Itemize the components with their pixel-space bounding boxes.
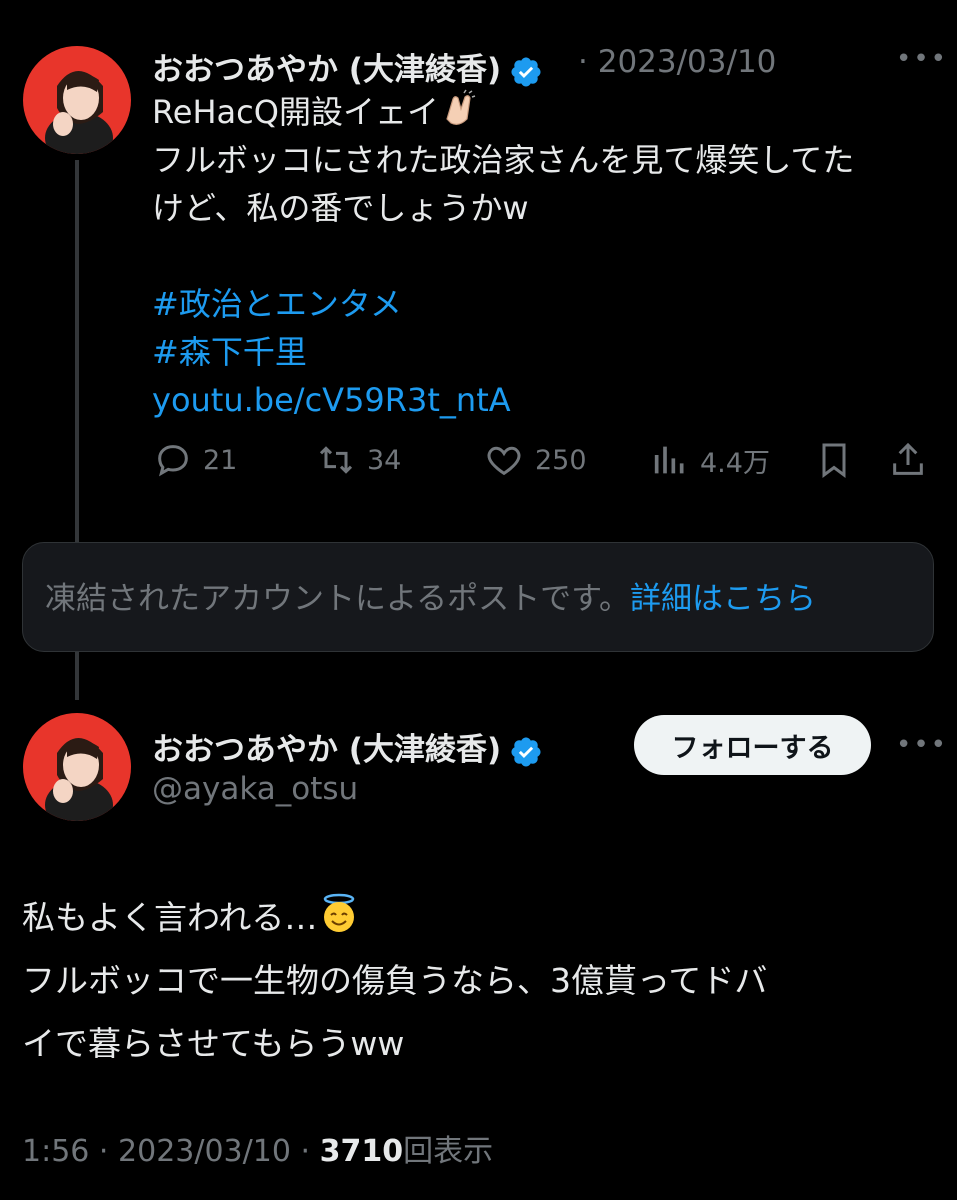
views-chart-icon (654, 446, 684, 474)
author-name[interactable]: おおつあやか (大津綾香) (152, 724, 543, 769)
post-text: ReHacQ開設イェイ フルボッコにされた政治家さんを見て爆笑してた けど、私の… (152, 88, 854, 424)
post-footer: 1:56 · 2023/03/10 · 3710回表示 (22, 1126, 493, 1170)
suspended-account-notice: 凍結されたアカウントによるポストです。詳細はこちら (22, 542, 934, 652)
author-name-text[interactable]: おおつあやか (大津綾香) (152, 732, 501, 768)
avatar[interactable] (23, 46, 131, 154)
views-count: 4.4万 (700, 447, 770, 479)
handle[interactable]: @ayaka_otsu (152, 771, 358, 807)
url-link[interactable]: youtu.be/cV59R3t_ntA (152, 376, 854, 424)
date-separator: · (578, 44, 588, 80)
reply-count: 21 (203, 444, 238, 476)
author-name-text[interactable]: おおつあやか (大津綾香) (152, 52, 501, 88)
date-text[interactable]: 2023/03/10 (598, 44, 777, 80)
share-button[interactable] (888, 438, 928, 482)
post-date[interactable]: 2023/03/10 (118, 1134, 291, 1169)
text-line-3: けど、私の番でしょうかw (152, 189, 529, 227)
details-link[interactable]: 詳細はこちら (630, 581, 816, 617)
post-line: ReHacQ開設イェイ (152, 88, 854, 136)
verified-badge-icon (511, 56, 541, 87)
post-time[interactable]: 1:56 (22, 1134, 89, 1169)
follow-button[interactable]: フォローする (634, 715, 871, 775)
notice-text: 凍結されたアカウントによるポストです。 (45, 581, 630, 617)
like-button[interactable]: 250 (483, 438, 587, 482)
repost-count: 34 (367, 444, 402, 476)
avatar[interactable] (23, 713, 131, 821)
bookmark-icon (822, 443, 846, 478)
views-count: 3710 (319, 1134, 404, 1169)
repost-button[interactable]: 34 (315, 438, 401, 482)
hashtag-link[interactable]: #政治とエンタメ (152, 280, 854, 328)
bookmark-button[interactable] (814, 438, 854, 482)
text-line-2: フルボッコにされた政治家さんを見て爆笑してた (152, 141, 855, 179)
views-button[interactable]: 4.4万 (650, 438, 770, 482)
thread-line-top (75, 160, 79, 542)
reply-icon (158, 445, 188, 477)
clapping-hands-icon (446, 89, 476, 125)
share-icon (893, 442, 923, 475)
smiling-face-with-halo-icon (324, 893, 355, 932)
text-line-1: ReHacQ開設イェイ (152, 93, 439, 131)
views-label: 回表示 (403, 1134, 494, 1169)
thread-line-bottom (75, 652, 79, 700)
footer-separator: · (98, 1134, 109, 1169)
verified-badge-icon (511, 736, 541, 767)
heart-icon (487, 446, 521, 476)
post-date[interactable]: · 2023/03/10 (578, 44, 776, 80)
author-name[interactable]: おおつあやか (大津綾香) (152, 44, 543, 89)
text-line-1: 私もよく言われる… (22, 898, 318, 937)
repost-icon (319, 446, 353, 474)
footer-separator: · (300, 1134, 311, 1169)
post-text: 私もよく言われる… フルボッコで一生物の傷負うなら、3億貰ってドバ イで暮らさせ… (22, 886, 767, 1075)
more-options-icon[interactable]: ••• (896, 44, 948, 74)
hashtag-link[interactable]: #森下千里 (152, 328, 854, 376)
post-line: 私もよく言われる… (22, 886, 767, 949)
more-options-icon[interactable]: ••• (896, 730, 948, 760)
like-count: 250 (535, 444, 587, 476)
text-line-3: イで暮らさせてもらうww (22, 1024, 405, 1063)
reply-button[interactable]: 21 (153, 438, 237, 482)
text-line-2: フルボッコで一生物の傷負うなら、3億貰ってドバ (22, 961, 768, 1000)
